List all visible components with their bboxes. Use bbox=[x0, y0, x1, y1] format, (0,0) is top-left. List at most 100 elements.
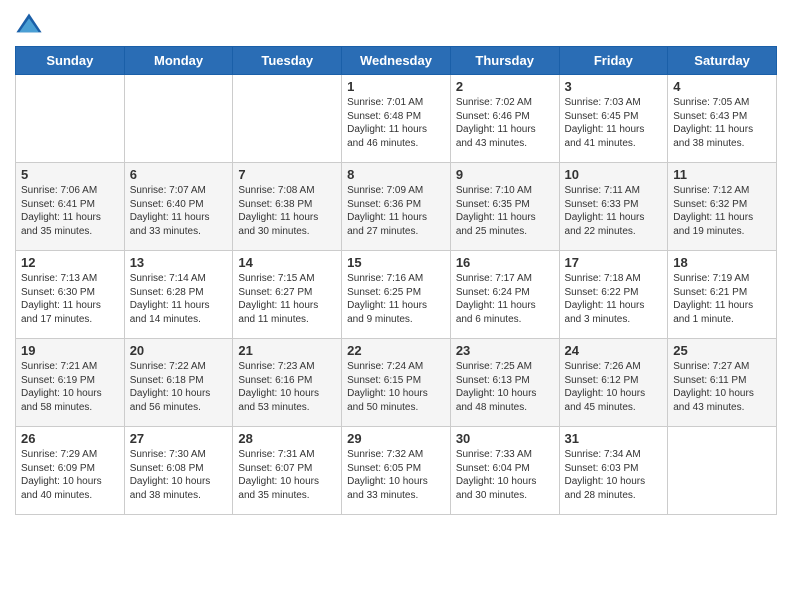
week-row-2: 12 Sunrise: 7:13 AM Sunset: 6:30 PM Dayli… bbox=[16, 251, 777, 339]
cell-info: Sunrise: 7:26 AM Sunset: 6:12 PM Dayligh… bbox=[565, 360, 663, 414]
page-header bbox=[15, 10, 777, 38]
day-header-sunday: Sunday bbox=[16, 47, 125, 75]
cell-info: Sunrise: 7:29 AM Sunset: 6:09 PM Dayligh… bbox=[21, 448, 119, 502]
cal-cell: 28Sunrise: 7:31 AM Sunset: 6:07 PM Dayli… bbox=[233, 427, 342, 515]
week-row-1: 5Sunrise: 7:06 AM Sunset: 6:41 PM Daylig… bbox=[16, 163, 777, 251]
cell-info: Sunrise: 7:16 AM Sunset: 6:25 PM Dayligh… bbox=[347, 272, 445, 326]
day-headers-row: SundayMondayTuesdayWednesdayThursdayFrid… bbox=[16, 47, 777, 75]
cal-cell: 21 Sunrise: 7:23 AM Sunset: 6:16 PM Dayli… bbox=[233, 339, 342, 427]
cal-cell: 17 Sunrise: 7:18 AM Sunset: 6:22 PM Dayli… bbox=[559, 251, 668, 339]
cal-cell: 23Sunrise: 7:25 AM Sunset: 6:13 PM Dayli… bbox=[450, 339, 559, 427]
day-number: 22 bbox=[347, 343, 445, 358]
cal-cell: 25 Sunrise: 7:27 AM Sunset: 6:11 PM Dayli… bbox=[668, 339, 777, 427]
cell-info: Sunrise: 7:01 AM Sunset: 6:48 PM Dayligh… bbox=[347, 96, 445, 150]
cell-info: Sunrise: 7:25 AM Sunset: 6:13 PM Dayligh… bbox=[456, 360, 554, 414]
day-number: 30 bbox=[456, 431, 554, 446]
day-number: 28 bbox=[238, 431, 336, 446]
day-number: 19 bbox=[21, 343, 119, 358]
cell-info: Sunrise: 7:18 AM Sunset: 6:22 PM Dayligh… bbox=[565, 272, 663, 326]
cell-info: Sunrise: 7:13 AM Sunset: 6:30 PM Dayligh… bbox=[21, 272, 119, 326]
day-number: 7 bbox=[238, 167, 336, 182]
cal-cell: 29 Sunrise: 7:32 AM Sunset: 6:05 PM Dayli… bbox=[342, 427, 451, 515]
day-number: 27 bbox=[130, 431, 228, 446]
cal-cell: 5Sunrise: 7:06 AM Sunset: 6:41 PM Daylig… bbox=[16, 163, 125, 251]
cal-cell: 7 Sunrise: 7:08 AM Sunset: 6:38 PM Daylig… bbox=[233, 163, 342, 251]
cal-cell bbox=[668, 427, 777, 515]
day-number: 11 bbox=[673, 167, 771, 182]
day-header-friday: Friday bbox=[559, 47, 668, 75]
cell-info: Sunrise: 7:06 AM Sunset: 6:41 PM Dayligh… bbox=[21, 184, 119, 238]
cal-cell: 3 Sunrise: 7:03 AM Sunset: 6:45 PM Daylig… bbox=[559, 75, 668, 163]
cell-info: Sunrise: 7:08 AM Sunset: 6:38 PM Dayligh… bbox=[238, 184, 336, 238]
cell-info: Sunrise: 7:23 AM Sunset: 6:16 PM Dayligh… bbox=[238, 360, 336, 414]
day-number: 3 bbox=[565, 79, 663, 94]
day-number: 31 bbox=[565, 431, 663, 446]
cal-cell: 20 Sunrise: 7:22 AM Sunset: 6:18 PM Dayli… bbox=[124, 339, 233, 427]
logo bbox=[15, 10, 47, 38]
day-header-saturday: Saturday bbox=[668, 47, 777, 75]
cal-cell: 8Sunrise: 7:09 AM Sunset: 6:36 PM Daylig… bbox=[342, 163, 451, 251]
cell-info: Sunrise: 7:10 AM Sunset: 6:35 PM Dayligh… bbox=[456, 184, 554, 238]
day-number: 29 bbox=[347, 431, 445, 446]
cell-info: Sunrise: 7:05 AM Sunset: 6:43 PM Dayligh… bbox=[673, 96, 771, 150]
cal-cell: 13 Sunrise: 7:14 AM Sunset: 6:28 PM Dayli… bbox=[124, 251, 233, 339]
cal-cell bbox=[233, 75, 342, 163]
day-header-monday: Monday bbox=[124, 47, 233, 75]
day-number: 2 bbox=[456, 79, 554, 94]
day-header-thursday: Thursday bbox=[450, 47, 559, 75]
day-number: 18 bbox=[673, 255, 771, 270]
day-number: 4 bbox=[673, 79, 771, 94]
cal-cell bbox=[124, 75, 233, 163]
day-number: 14 bbox=[238, 255, 336, 270]
cell-info: Sunrise: 7:14 AM Sunset: 6:28 PM Dayligh… bbox=[130, 272, 228, 326]
cell-info: Sunrise: 7:19 AM Sunset: 6:21 PM Dayligh… bbox=[673, 272, 771, 326]
week-row-0: 1 Sunrise: 7:01 AM Sunset: 6:48 PM Daylig… bbox=[16, 75, 777, 163]
cell-info: Sunrise: 7:32 AM Sunset: 6:05 PM Dayligh… bbox=[347, 448, 445, 502]
cell-info: Sunrise: 7:11 AM Sunset: 6:33 PM Dayligh… bbox=[565, 184, 663, 238]
day-number: 12 bbox=[21, 255, 119, 270]
cal-cell: 24 Sunrise: 7:26 AM Sunset: 6:12 PM Dayli… bbox=[559, 339, 668, 427]
day-number: 6 bbox=[130, 167, 228, 182]
day-number: 24 bbox=[565, 343, 663, 358]
day-header-tuesday: Tuesday bbox=[233, 47, 342, 75]
week-row-4: 26 Sunrise: 7:29 AM Sunset: 6:09 PM Dayli… bbox=[16, 427, 777, 515]
cal-cell: 2 Sunrise: 7:02 AM Sunset: 6:46 PM Daylig… bbox=[450, 75, 559, 163]
cal-cell: 11Sunrise: 7:12 AM Sunset: 6:32 PM Dayli… bbox=[668, 163, 777, 251]
day-number: 21 bbox=[238, 343, 336, 358]
day-number: 16 bbox=[456, 255, 554, 270]
day-header-wednesday: Wednesday bbox=[342, 47, 451, 75]
cell-info: Sunrise: 7:21 AM Sunset: 6:19 PM Dayligh… bbox=[21, 360, 119, 414]
cell-info: Sunrise: 7:33 AM Sunset: 6:04 PM Dayligh… bbox=[456, 448, 554, 502]
day-number: 10 bbox=[565, 167, 663, 182]
calendar-table: SundayMondayTuesdayWednesdayThursdayFrid… bbox=[15, 46, 777, 515]
day-number: 17 bbox=[565, 255, 663, 270]
cal-cell: 14Sunrise: 7:15 AM Sunset: 6:27 PM Dayli… bbox=[233, 251, 342, 339]
day-number: 26 bbox=[21, 431, 119, 446]
cell-info: Sunrise: 7:02 AM Sunset: 6:46 PM Dayligh… bbox=[456, 96, 554, 150]
cell-info: Sunrise: 7:24 AM Sunset: 6:15 PM Dayligh… bbox=[347, 360, 445, 414]
cell-info: Sunrise: 7:22 AM Sunset: 6:18 PM Dayligh… bbox=[130, 360, 228, 414]
cell-info: Sunrise: 7:27 AM Sunset: 6:11 PM Dayligh… bbox=[673, 360, 771, 414]
day-number: 25 bbox=[673, 343, 771, 358]
cal-cell: 10 Sunrise: 7:11 AM Sunset: 6:33 PM Dayli… bbox=[559, 163, 668, 251]
week-row-3: 19 Sunrise: 7:21 AM Sunset: 6:19 PM Dayli… bbox=[16, 339, 777, 427]
cell-info: Sunrise: 7:03 AM Sunset: 6:45 PM Dayligh… bbox=[565, 96, 663, 150]
day-number: 20 bbox=[130, 343, 228, 358]
cal-cell: 26 Sunrise: 7:29 AM Sunset: 6:09 PM Dayli… bbox=[16, 427, 125, 515]
cal-cell: 27 Sunrise: 7:30 AM Sunset: 6:08 PM Dayli… bbox=[124, 427, 233, 515]
cal-cell: 16Sunrise: 7:17 AM Sunset: 6:24 PM Dayli… bbox=[450, 251, 559, 339]
cal-cell: 18 Sunrise: 7:19 AM Sunset: 6:21 PM Dayli… bbox=[668, 251, 777, 339]
day-number: 9 bbox=[456, 167, 554, 182]
cal-cell: 1 Sunrise: 7:01 AM Sunset: 6:48 PM Daylig… bbox=[342, 75, 451, 163]
cell-info: Sunrise: 7:07 AM Sunset: 6:40 PM Dayligh… bbox=[130, 184, 228, 238]
cal-cell: 4 Sunrise: 7:05 AM Sunset: 6:43 PM Daylig… bbox=[668, 75, 777, 163]
cal-cell: 31Sunrise: 7:34 AM Sunset: 6:03 PM Dayli… bbox=[559, 427, 668, 515]
cal-cell bbox=[16, 75, 125, 163]
logo-icon bbox=[15, 10, 43, 38]
cell-info: Sunrise: 7:09 AM Sunset: 6:36 PM Dayligh… bbox=[347, 184, 445, 238]
day-number: 1 bbox=[347, 79, 445, 94]
cal-cell: 12 Sunrise: 7:13 AM Sunset: 6:30 PM Dayli… bbox=[16, 251, 125, 339]
day-number: 13 bbox=[130, 255, 228, 270]
cal-cell: 15Sunrise: 7:16 AM Sunset: 6:25 PM Dayli… bbox=[342, 251, 451, 339]
cell-info: Sunrise: 7:30 AM Sunset: 6:08 PM Dayligh… bbox=[130, 448, 228, 502]
